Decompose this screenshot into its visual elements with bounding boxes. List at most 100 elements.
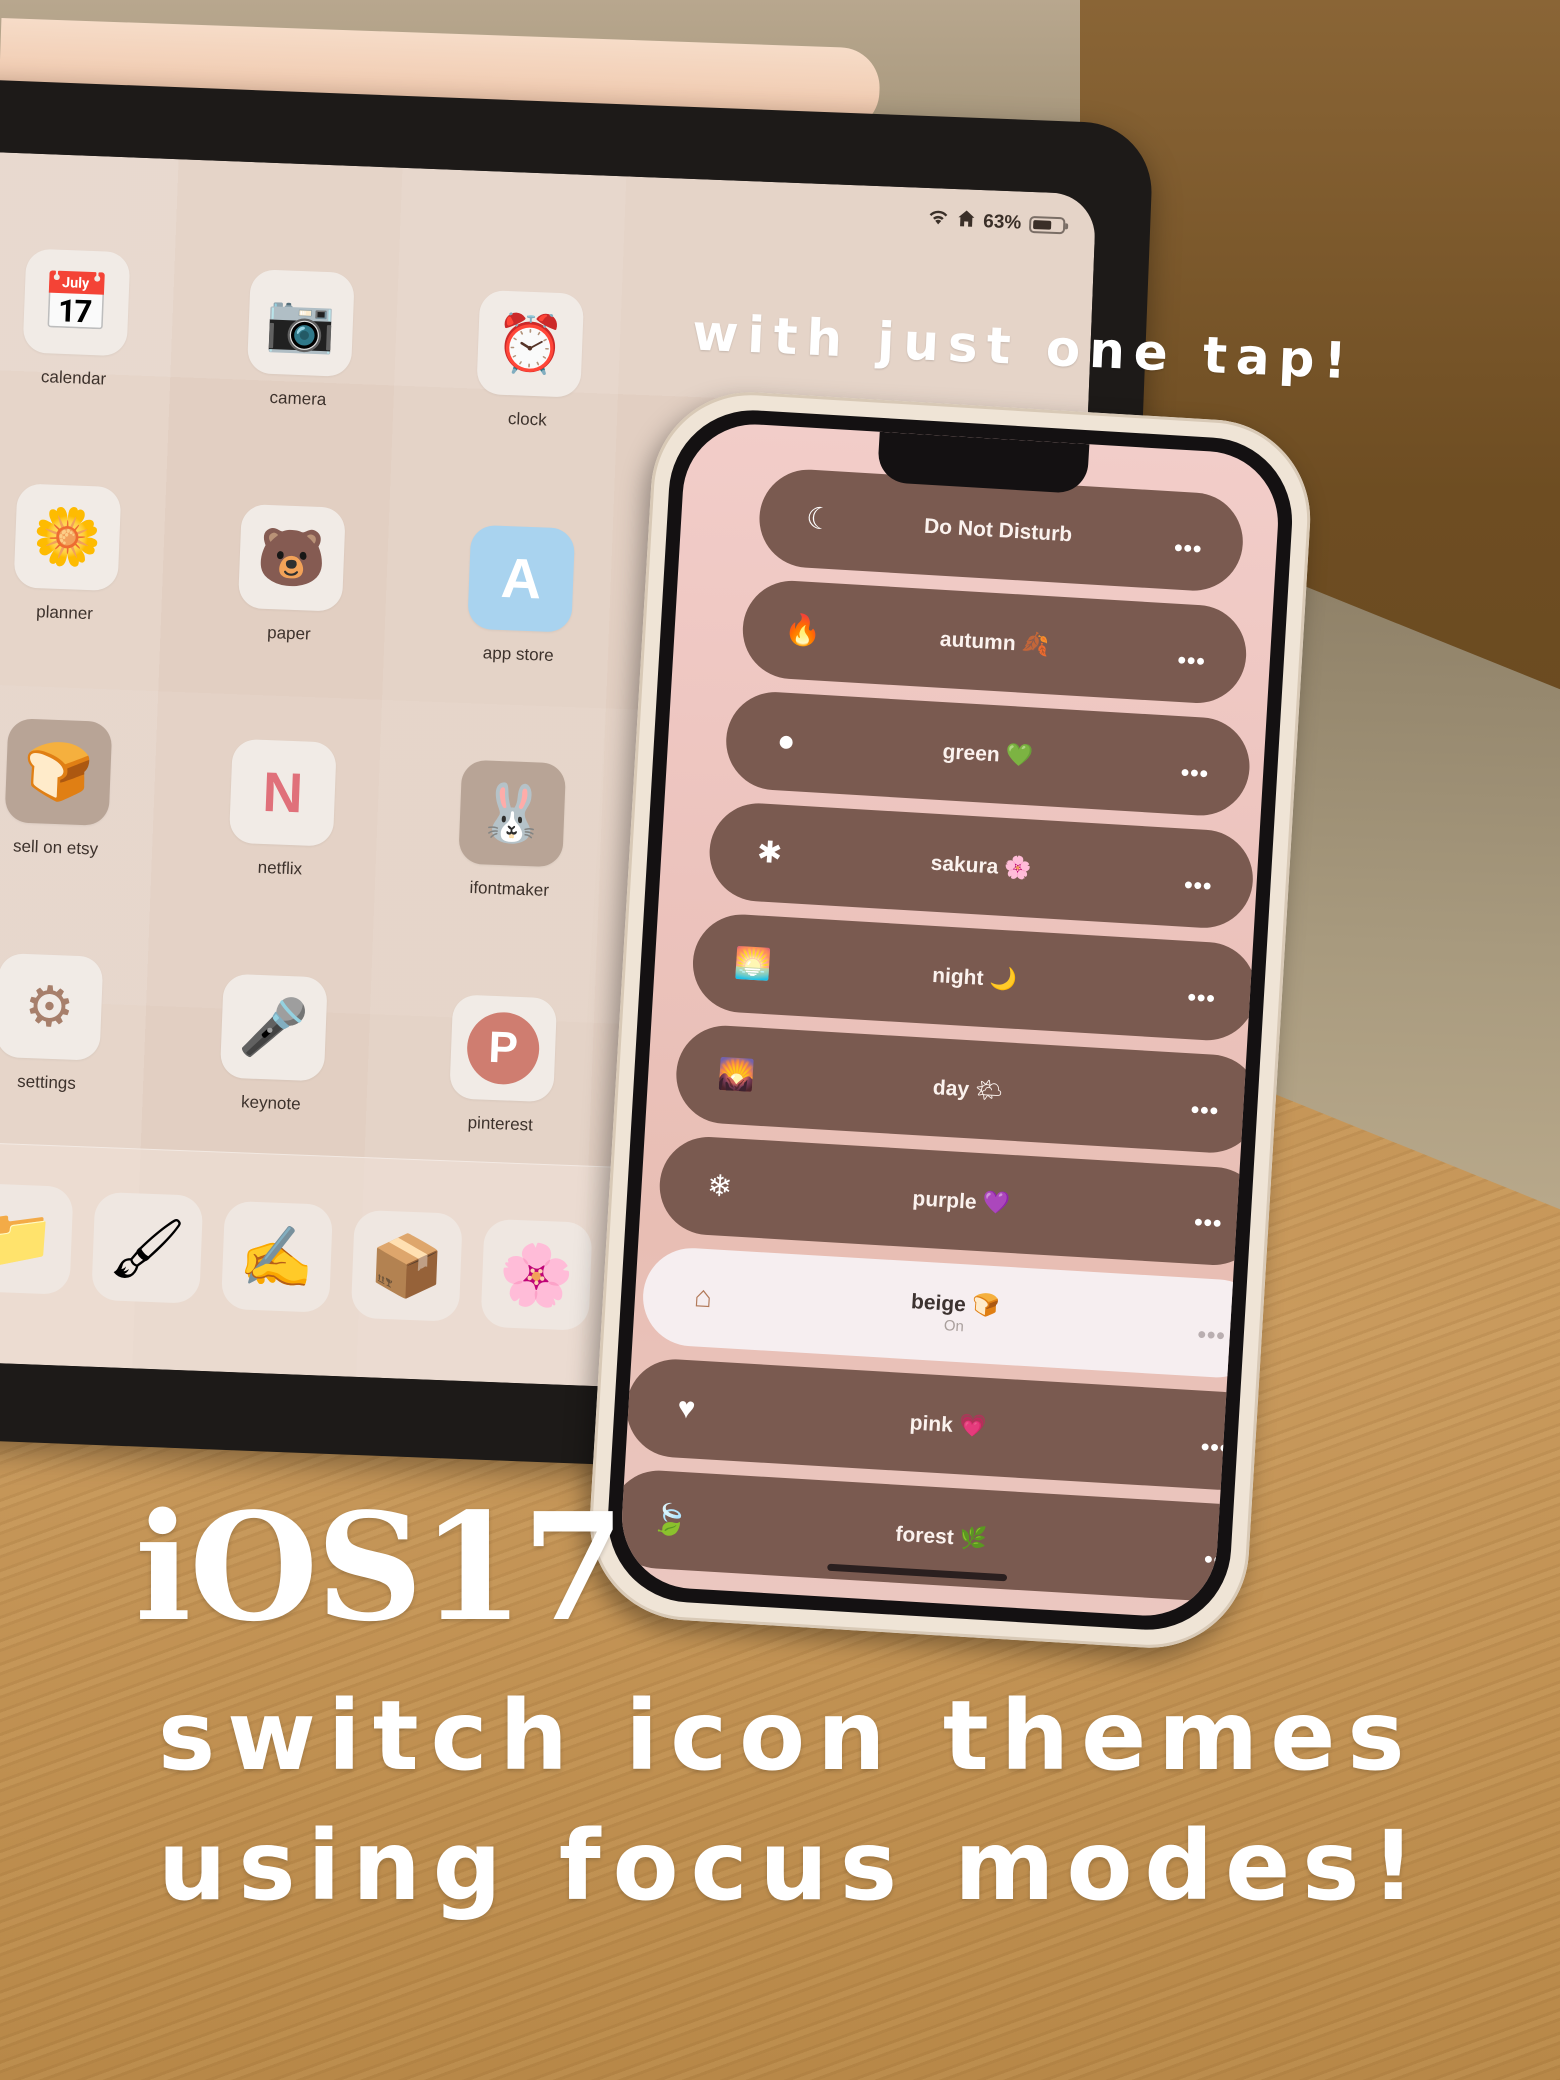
app-app-store[interactable]: Aapp store [463,524,578,667]
app-netflix[interactable]: Nnetflix [225,738,340,881]
bear-icon: 🐻 [237,503,346,612]
app-label: settings [16,1071,77,1093]
app-label: planner [35,602,94,624]
app-label: keynote [240,1092,302,1114]
focus-mode-text: beige 🍞 On [909,1288,1000,1337]
focus-mode-emoji: 🍞 [971,1291,1000,1319]
more-options-button[interactable]: ••• [1190,1096,1220,1126]
focus-mode-title: sakura 🌸 [930,850,1032,882]
focus-mode-emoji: 💜 [981,1189,1011,1216]
photos-flower-icon[interactable]: 🌸 [480,1218,593,1331]
app-paper[interactable]: 🐻 paper [234,503,349,646]
focus-mode-title: beige 🍞 [910,1288,1000,1319]
focus-mode-title: forest 🌿 [895,1521,988,1552]
focus-mode-text: pink 💗 [909,1409,987,1439]
app-grid: 📅 calendar 📷 camera ⏰ clock 🌼 planner 🐻 paper Aapp… [0,151,1096,1135]
focus-mode-night[interactable]: 🌅 night 🌙 ••• [690,911,1259,1044]
headline-line-2: using focus modes! [158,1810,1428,1922]
focus-mode-name: green [941,740,1001,767]
focus-mode-emoji: 💗 [958,1412,987,1439]
focus-mode-text: green 💚 [942,738,1034,769]
app-sell-on-etsy[interactable]: 🍞 sell on etsy [0,718,115,860]
sunrise-icon: 🌄 [716,1057,756,1094]
app-camera[interactable]: 📷 camera [243,269,358,411]
app-planner[interactable]: 🌼 planner [9,483,124,625]
focus-mode-emoji: 🍂 [1020,630,1050,658]
focus-mode-beige[interactable]: ⌂ beige 🍞 On ••• [640,1245,1270,1381]
more-options-button[interactable]: ••• [1193,1209,1223,1239]
app-clock[interactable]: ⏰ clock [472,289,587,432]
box-icon[interactable]: 📦 [350,1209,463,1322]
app-ifontmaker[interactable]: 🐰 ifontmaker [454,759,569,901]
focus-mode-list: ☾ Do Not Disturb ••• 🔥 autumn 🍂 ••• ● green 💚 ••• ✱… [617,465,1276,1605]
app-pinterest[interactable]: Ppinterest [445,994,560,1136]
heart-icon: ♥ [676,1391,697,1426]
focus-mode-name: beige [910,1290,967,1317]
focus-mode-emoji: 🌙 [988,965,1018,992]
focus-mode-day[interactable]: 🌄 day 🌤 ••• [673,1022,1263,1156]
iphone-bezel: ☾ Do Not Disturb ••• 🔥 autumn 🍂 ••• ● green 💚 ••• ✱… [603,405,1297,1635]
more-options-button[interactable]: ••• [1177,647,1207,677]
focus-mode-pink[interactable]: ♥ pink 💗 ••• [623,1356,1273,1493]
focus-mode-green[interactable]: ● green 💚 ••• [723,689,1253,819]
app-label: netflix [257,857,303,879]
more-options-button[interactable]: ••• [1197,1321,1227,1351]
focus-mode-emoji: 🌿 [959,1524,988,1552]
focus-mode-sakura[interactable]: ✱ sakura 🌸 ••• [706,800,1256,931]
pinterest-icon: P [449,994,558,1103]
focus-mode-name: sakura [930,851,999,879]
asterisk-icon: ✱ [756,835,784,871]
more-options-button[interactable]: ••• [1183,872,1213,902]
focus-mode-forest[interactable]: 🍃 forest 🌿 ••• [617,1467,1276,1605]
toast-icon: 🍞 [4,718,113,827]
focus-mode-emoji [1077,522,1078,547]
headline-line-1: switch icon themes [158,1680,1417,1792]
focus-mode-title: pink 💗 [909,1409,987,1439]
focus-mode-title: purple 💜 [912,1185,1011,1217]
flower-icon: 🌼 [13,483,122,592]
sunset-icon: 🌅 [733,946,773,982]
circle-icon: ● [776,724,797,759]
focus-mode-name: night [931,963,985,990]
calendar-icon: 📅 [22,248,131,357]
iphone-screen: ☾ Do Not Disturb ••• 🔥 autumn 🍂 ••• ● green 💚 ••• ✱… [617,420,1283,1620]
app-label: sell on etsy [12,836,99,859]
focus-mode-name: forest [894,1522,955,1550]
folder-icon[interactable]: 📁 [0,1182,74,1295]
app-calendar[interactable]: 📅 calendar [18,248,133,390]
notes-pen-icon[interactable]: ✍ [220,1200,334,1313]
moon-icon: ☾ [805,502,834,537]
focus-mode-autumn[interactable]: 🔥 autumn 🍂 ••• [740,578,1249,706]
focus-mode-text: forest 🌿 [895,1521,988,1552]
more-options-button[interactable]: ••• [1173,534,1203,564]
focus-mode-purple[interactable]: ❄ purple 💜 ••• [656,1134,1266,1268]
headline-ios17: iOS17 [135,1480,625,1654]
focus-mode-name: purple [911,1187,978,1214]
app-settings[interactable]: ⚙ settings [0,952,106,1095]
focus-mode-text: night 🌙 [932,962,1018,993]
app-label: pinterest [467,1113,534,1135]
focus-mode-emoji: 🌤 [974,1076,1004,1104]
more-options-button[interactable]: ••• [1187,984,1217,1014]
more-options-button[interactable]: ••• [1200,1433,1230,1463]
battery-fill [1033,219,1051,230]
app-store-icon: A [467,524,576,633]
focus-mode-emoji: 💚 [1005,741,1034,769]
more-options-button[interactable]: ••• [1203,1546,1233,1576]
app-label: paper [266,622,312,644]
bunny-icon: 🐰 [458,759,567,868]
camera-icon: 📷 [246,269,355,377]
more-options-button[interactable]: ••• [1180,759,1210,789]
focus-mode-title: Do Not Disturb [923,513,1078,548]
focus-mode-text: Do Not Disturb [923,513,1078,548]
procreate-brush-icon[interactable]: 🖌 [91,1191,204,1304]
focus-mode-name: day [932,1076,970,1102]
snowflake-icon: ❄ [706,1169,734,1204]
podium-icon: 🎤 [219,973,328,1082]
app-label: camera [269,387,327,410]
house-icon: ⌂ [693,1280,714,1315]
iphone-device: ☾ Do Not Disturb ••• 🔥 autumn 🍂 ••• ● green 💚 ••• ✱… [584,386,1316,1654]
ipad-status-bar: 63% [927,208,1066,237]
app-keynote[interactable]: 🎤 keynote [216,973,331,1115]
focus-mode-title: day 🌤 [932,1074,1004,1104]
